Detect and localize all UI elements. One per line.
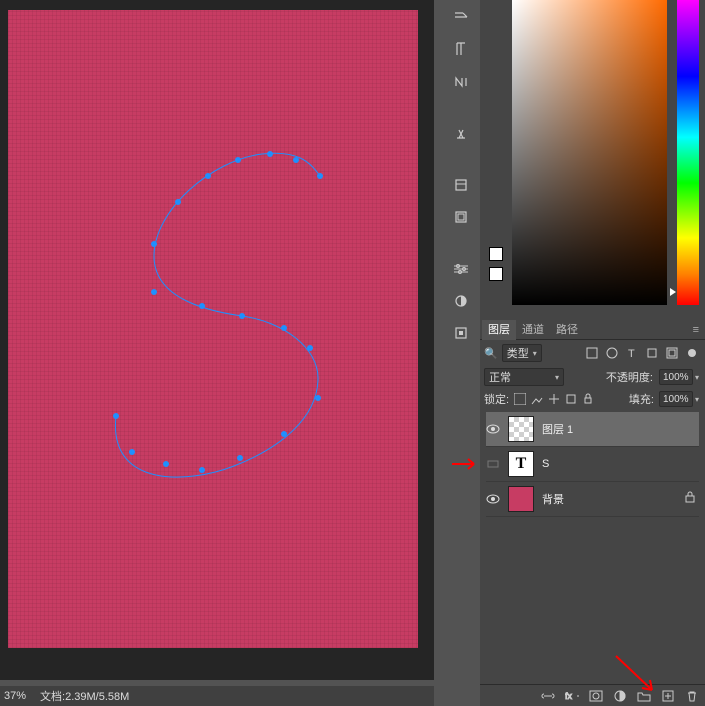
tab-layers[interactable]: 图层 <box>482 320 516 340</box>
character-panel-icon[interactable] <box>450 6 472 28</box>
layer-thumb-type: T <box>508 451 534 477</box>
layer-style-icon[interactable]: fx <box>565 689 579 703</box>
layer-row[interactable]: 背景 <box>486 482 699 516</box>
lock-image-icon[interactable] <box>531 393 543 405</box>
svg-text:T: T <box>628 348 635 359</box>
lock-transparent-icon[interactable] <box>514 393 526 405</box>
opacity-input[interactable]: 100% <box>659 369 693 385</box>
zoom-readout: 37% <box>4 690 26 702</box>
styles-panel-icon[interactable] <box>450 122 472 144</box>
paragraph-panel-icon[interactable] <box>450 38 472 60</box>
layer-name[interactable]: S <box>542 458 549 470</box>
layer-name[interactable]: 图层 1 <box>542 421 573 437</box>
color-panel <box>480 0 705 308</box>
svg-text:fx: fx <box>565 691 573 701</box>
opacity-chevron[interactable]: ▾ <box>695 373 699 382</box>
layer-name[interactable]: 背景 <box>542 491 564 507</box>
layers-panel: 图层 通道 路径 ≡ 🔍 类型▾ T 正常▾ 不透明度: <box>480 320 705 706</box>
blend-label: 正常 <box>489 369 511 385</box>
annotation-arrow <box>452 456 482 472</box>
layers-list: 图层 1 T S 背景 <box>480 410 705 519</box>
layer-row[interactable]: 图层 1 <box>486 412 699 446</box>
layer-thumb-solid <box>508 486 534 512</box>
panel-tabs: 图层 通道 路径 ≡ <box>480 320 705 340</box>
fill-label: 填充: <box>629 391 654 407</box>
options-vertical-toolbar <box>448 0 474 344</box>
libraries-panel-icon[interactable] <box>450 206 472 228</box>
lock-label: 锁定: <box>484 391 509 407</box>
lock-all-icon[interactable] <box>582 393 594 405</box>
hue-pointer <box>670 288 676 296</box>
fill-input[interactable]: 100% <box>659 391 693 407</box>
fx-panel-icon[interactable] <box>450 290 472 312</box>
layers-bottom-toolbar: fx <box>480 684 705 706</box>
adjustment-layer-icon[interactable] <box>613 689 627 703</box>
link-layers-icon[interactable] <box>541 689 555 703</box>
doc-size-readout: 文档:2.39M/5.58M <box>40 688 129 704</box>
fill-chevron[interactable]: ▾ <box>695 395 699 404</box>
vector-shape-s[interactable] <box>8 10 418 648</box>
right-panel-dock: 图层 通道 路径 ≡ 🔍 类型▾ T 正常▾ 不透明度: <box>480 0 705 706</box>
search-icon: 🔍 <box>484 347 498 360</box>
status-bar: 37% 文档:2.39M/5.58M <box>0 686 434 706</box>
visibility-toggle[interactable] <box>486 422 500 436</box>
tab-channels[interactable]: 通道 <box>516 320 550 340</box>
color-field[interactable] <box>512 0 667 305</box>
blend-mode-dropdown[interactable]: 正常▾ <box>484 368 564 386</box>
adjustments-panel-icon[interactable] <box>450 258 472 280</box>
panel-menu-icon[interactable]: ≡ <box>687 324 705 336</box>
tab-paths[interactable]: 路径 <box>550 320 584 340</box>
filter-smart-icon[interactable] <box>665 346 679 360</box>
filter-image-icon[interactable] <box>585 346 599 360</box>
new-group-icon[interactable] <box>637 689 651 703</box>
lock-artboard-icon[interactable] <box>565 393 577 405</box>
filter-adjust-icon[interactable] <box>605 346 619 360</box>
layer-thumb-checker <box>508 416 534 442</box>
hue-slider[interactable] <box>677 0 699 305</box>
channels-panel-icon[interactable] <box>450 322 472 344</box>
layer-row[interactable]: T S <box>486 447 699 481</box>
opacity-label: 不透明度: <box>606 369 653 385</box>
dropdown-label: 类型 <box>507 345 529 361</box>
filter-type-icon[interactable]: T <box>625 346 639 360</box>
delete-layer-icon[interactable] <box>685 689 699 703</box>
document-canvas[interactable] <box>8 10 418 648</box>
lock-position-icon[interactable] <box>548 393 560 405</box>
glyphs-panel-icon[interactable] <box>450 70 472 92</box>
filter-shape-icon[interactable] <box>645 346 659 360</box>
layer-mask-icon[interactable] <box>589 689 603 703</box>
canvas-area <box>0 0 434 680</box>
fg-bg-swatch[interactable] <box>489 247 507 303</box>
filter-toggle[interactable] <box>685 346 699 360</box>
layer-kind-dropdown[interactable]: 类型▾ <box>502 344 542 362</box>
visibility-toggle[interactable] <box>486 457 500 471</box>
properties-panel-icon[interactable] <box>450 174 472 196</box>
lock-icon <box>685 490 695 508</box>
new-layer-icon[interactable] <box>661 689 675 703</box>
visibility-toggle[interactable] <box>486 492 500 506</box>
